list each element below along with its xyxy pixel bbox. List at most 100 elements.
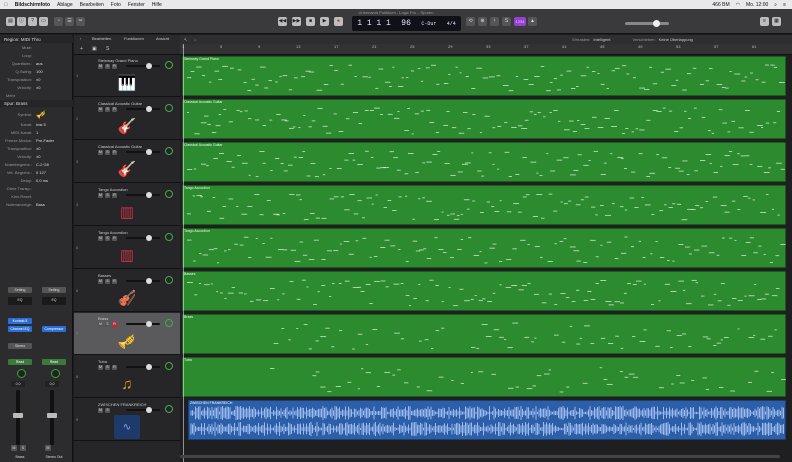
master-volume-slider[interactable] <box>625 20 669 27</box>
pan-knob[interactable] <box>165 362 173 370</box>
mute-button[interactable]: M <box>98 365 103 370</box>
region-header[interactable]: Region: MIDI Thru <box>0 36 73 43</box>
track-header[interactable]: 1 Steinway Grand Piano MSR 🎹 <box>74 55 180 97</box>
solo-button[interactable]: S <box>105 107 110 112</box>
pan-knob[interactable] <box>165 276 173 284</box>
inspector-row[interactable]: Kanal: Inst 5 <box>0 121 73 128</box>
inspector-more[interactable]: Mehr <box>0 92 73 99</box>
volume-knob[interactable] <box>146 149 152 155</box>
strip2-eq-display[interactable]: EQ <box>42 297 66 305</box>
strip2-mute-button[interactable]: M <box>45 445 51 451</box>
record-enable-button[interactable]: R <box>112 279 117 284</box>
strip1-solo-button[interactable]: S <box>20 445 26 451</box>
pan-knob[interactable] <box>165 319 173 327</box>
record-enable-button[interactable]: R <box>112 322 117 327</box>
mute-button[interactable]: M <box>98 279 103 284</box>
solo-button[interactable]: S <box>105 408 110 413</box>
track-header[interactable]: 9 ZWISCHEN FRANKREICH MS ∿ <box>74 399 180 441</box>
solo-button[interactable]: S <box>105 193 110 198</box>
inspector-row[interactable]: Notenbegrenz.: C-2 G8 <box>0 161 73 168</box>
play-button[interactable]: ▶ <box>320 17 329 26</box>
midi-region[interactable]: Tango Accordion <box>182 185 786 225</box>
battery-status[interactable]: 466 BM <box>712 2 729 8</box>
tracks-view-menu[interactable]: Ansicht <box>156 36 169 41</box>
inspector-row[interactable]: Ohne Transp.: <box>0 185 73 192</box>
solo-button[interactable]: S <box>105 64 110 69</box>
midi-region[interactable]: Brass <box>182 314 786 354</box>
menu-foto[interactable]: Foto <box>111 2 121 8</box>
stop-button[interactable]: ■ <box>306 17 315 26</box>
pan-knob[interactable] <box>165 405 173 413</box>
drag-select[interactable]: Keine Überlappung <box>659 37 693 42</box>
midi-region[interactable]: Tuba <box>182 357 787 397</box>
track-name[interactable]: Classical Acoustic Guitar <box>98 101 142 106</box>
strip1-input-slot[interactable]: Kontakt 5 <box>8 318 32 324</box>
strip2-fx-slot[interactable]: Compressor <box>42 326 66 332</box>
menu-hilfe[interactable]: Hilfe <box>152 2 162 8</box>
inspector-row[interactable]: Q-Swing: 100 <box>0 68 73 75</box>
count-in-button[interactable]: 1234 <box>514 17 526 26</box>
track-header[interactable]: 5 Tango Accordion MSR ▥ <box>74 227 180 269</box>
notification-icon[interactable]: ≡ <box>783 2 786 8</box>
volume-slider[interactable] <box>126 321 160 327</box>
track-header[interactable]: 3 Classical Acoustic Guitar MSR 🎸 <box>74 141 180 183</box>
mute-button[interactable]: M <box>98 193 103 198</box>
pan-knob[interactable] <box>165 104 173 112</box>
solo-button[interactable]: S <box>105 279 110 284</box>
audio-region[interactable]: ZWISCHEN FRANKREICH <box>188 400 786 440</box>
editors-button[interactable]: ✂ <box>76 17 85 26</box>
track-header[interactable]: 6 Basses MSR 🎻 <box>74 270 180 312</box>
track-name[interactable]: Tango Accordion <box>98 230 128 235</box>
volume-slider[interactable] <box>126 106 160 112</box>
inspector-row[interactable]: Delay: 0,0 ms <box>0 177 73 184</box>
solo-button[interactable]: S <box>502 17 511 26</box>
library-button[interactable]: ▤ <box>6 17 15 26</box>
mute-button[interactable]: M <box>98 107 103 112</box>
strip1-automation-button[interactable]: Read <box>8 359 32 365</box>
volume-slider[interactable] <box>126 149 160 155</box>
solo-button[interactable]: S <box>105 150 110 155</box>
list-editors-button[interactable]: ≡ <box>760 17 769 26</box>
volume-knob[interactable] <box>146 321 152 327</box>
track-header[interactable]: 2 Classical Acoustic Guitar MSR 🎸 <box>74 98 180 140</box>
inspector-row[interactable]: Loop: <box>0 52 73 59</box>
rewind-button[interactable]: ◀◀ <box>278 17 287 26</box>
menu-bearbeiten[interactable]: Bearbeiten <box>80 2 104 8</box>
volume-knob[interactable] <box>146 364 152 370</box>
volume-slider[interactable] <box>126 278 160 284</box>
volume-slider[interactable] <box>126 407 160 413</box>
volume-slider[interactable] <box>126 364 160 370</box>
inspector-row[interactable]: Symbol: 🎺 <box>0 109 73 119</box>
record-enable-button[interactable]: R <box>112 365 117 370</box>
mixer-button[interactable]: ☰ <box>65 17 74 26</box>
volume-knob[interactable] <box>146 235 152 241</box>
strip2-pan-knob[interactable] <box>51 369 60 378</box>
inspector-row[interactable]: Vel.-Begrenz.: 0 127 <box>0 169 73 176</box>
tracks-edit-menu[interactable]: Bearbeiten <box>92 36 111 41</box>
pan-knob[interactable] <box>165 190 173 198</box>
mute-button[interactable]: M <box>98 408 103 413</box>
inspector-row[interactable]: Freeze-Modus: Pre-Fader <box>0 137 73 144</box>
menu-app[interactable]: Bildschirmfoto <box>15 2 50 8</box>
track-name[interactable]: Brass <box>98 316 108 321</box>
record-enable-button[interactable]: R <box>112 107 117 112</box>
strip1-mute-button[interactable]: M <box>11 445 17 451</box>
record-enable-button[interactable]: R <box>112 193 117 198</box>
master-volume-knob[interactable] <box>653 20 660 27</box>
strip1-eq-display[interactable]: EQ <box>8 297 32 305</box>
pan-knob[interactable] <box>165 233 173 241</box>
ruler[interactable]: ↖ ⇔ Einrasten: Intelligent Verschieben: … <box>180 35 792 55</box>
menu-fenster[interactable]: Fenster <box>128 2 145 8</box>
midi-region[interactable]: Classical Acoustic Guitar <box>182 142 786 182</box>
pan-knob[interactable] <box>165 147 173 155</box>
wifi-icon[interactable]: ◠ <box>736 2 740 8</box>
track-name[interactable]: Classical Acoustic Guitar <box>98 144 142 149</box>
tracks-functions-menu[interactable]: Funktionen <box>124 36 144 41</box>
inspector-row[interactable]: Velocity: ±0 <box>0 84 73 91</box>
strip1-fx-slot[interactable]: Channel EQ <box>8 326 32 332</box>
mute-button[interactable]: M <box>98 236 103 241</box>
pointer-tool-icon[interactable]: ↖ <box>184 37 187 42</box>
strip1-setting-button[interactable]: Setting <box>8 287 32 293</box>
mute-button[interactable]: M <box>98 150 103 155</box>
global-solo-button[interactable]: S <box>106 46 109 52</box>
